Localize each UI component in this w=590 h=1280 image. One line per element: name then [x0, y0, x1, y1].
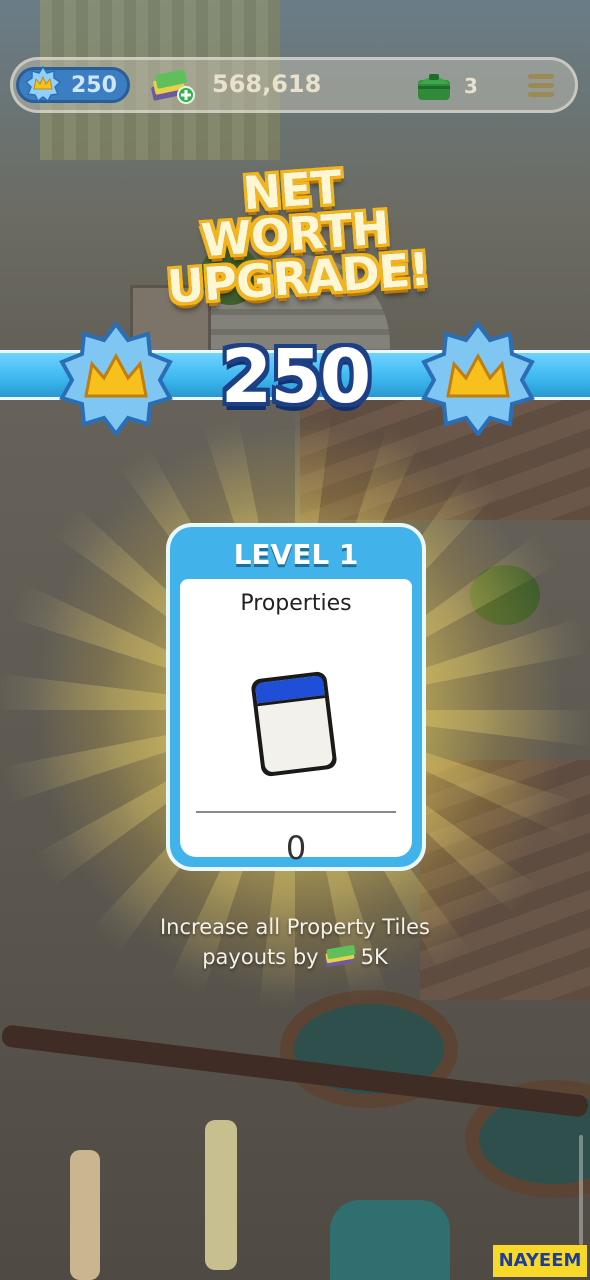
net-worth-level-value: 250	[220, 334, 371, 420]
description-line-1: Increase all Property Tiles	[159, 915, 430, 939]
card-body: Properties 0	[180, 579, 412, 867]
cash-stack-icon	[324, 945, 355, 967]
card-divider	[196, 811, 396, 813]
watermark: NAYEEM	[493, 1245, 587, 1277]
net-worth-value: 250	[71, 73, 117, 98]
net-worth-counter[interactable]: 250	[16, 66, 130, 103]
teal-chair	[330, 1200, 450, 1280]
upgrade-card[interactable]: LEVEL 1 Properties 0	[170, 527, 422, 867]
description-line-2: payouts by 5K	[95, 942, 495, 972]
scrollbar	[579, 1135, 583, 1245]
upgrade-description: Increase all Property Tiles payouts by 5…	[95, 912, 495, 972]
chest-count: 3	[464, 74, 478, 98]
card-count: 0	[285, 829, 307, 867]
post	[205, 1120, 237, 1270]
green-chest-icon[interactable]	[414, 70, 454, 102]
menu-icon-bar	[528, 83, 554, 88]
menu-icon-bar	[528, 92, 554, 97]
net-worth-badge-icon	[25, 66, 61, 102]
cash-balance: 568,618	[212, 70, 322, 98]
upgrade-title: NET WORTH UPGRADE!	[146, 158, 445, 314]
property-tile-icon	[251, 671, 337, 777]
description-prefix: payouts by	[202, 945, 319, 969]
payout-amount: 5K	[360, 945, 388, 969]
cash-stack-icon[interactable]	[150, 70, 196, 104]
menu-icon	[528, 74, 554, 79]
post	[70, 1150, 100, 1280]
card-title: Properties	[240, 591, 352, 616]
menu-button[interactable]	[522, 68, 560, 102]
card-level: LEVEL 1	[233, 538, 359, 571]
